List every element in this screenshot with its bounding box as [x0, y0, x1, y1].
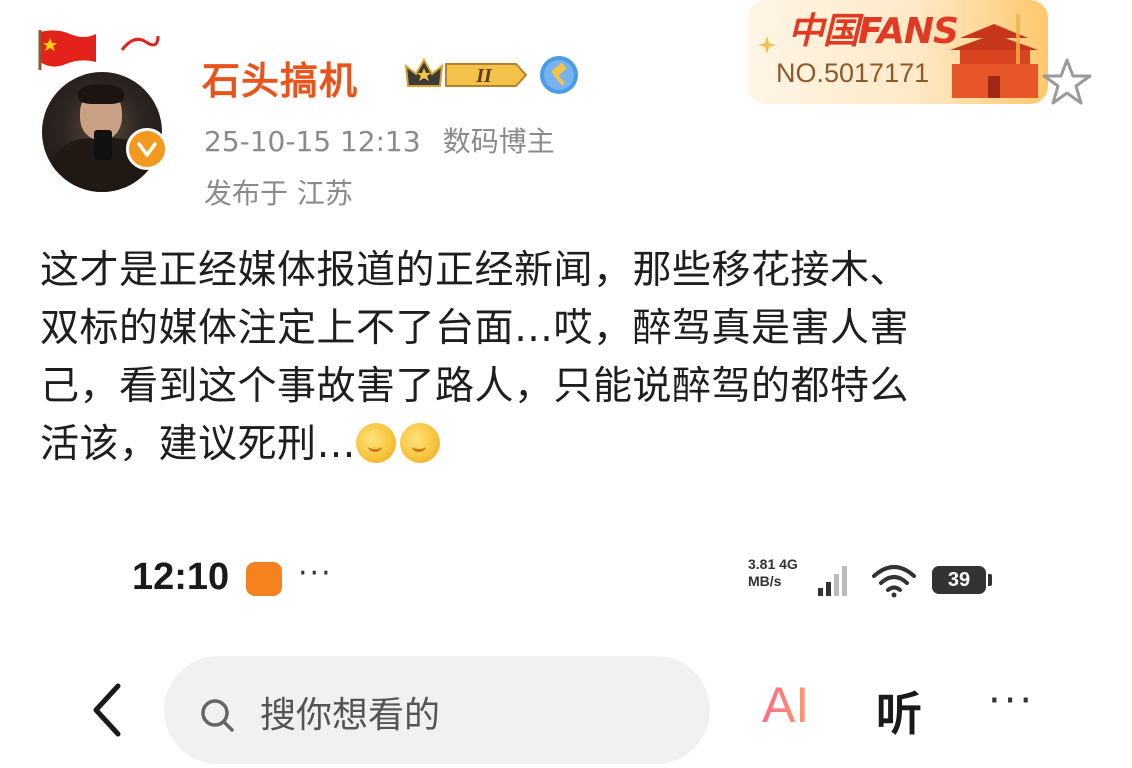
fans-card[interactable]: 中国FANS NO.5017171 — [748, 0, 1048, 104]
verified-badge-icon — [126, 128, 168, 170]
statusbar-time: 12:10 — [132, 556, 230, 598]
post-body: 这才是正经媒体报道的正经新闻，那些移花接木、 双标的媒体注定上不了台面…哎，醉驾… — [40, 242, 1100, 474]
ai-button[interactable]: AI — [762, 676, 809, 734]
listen-button[interactable]: 听 — [876, 678, 922, 744]
post-location: 发布于 江苏 — [204, 177, 353, 210]
crown-level-badge[interactable]: II — [402, 56, 528, 94]
star-favorite-icon[interactable] — [1040, 56, 1094, 110]
post-datetime: 25-10-15 12:13 — [204, 125, 421, 158]
flag-decoration-icon — [120, 30, 160, 64]
author-role: 数码博主 — [442, 125, 555, 158]
post-meta: 25-10-15 12:13 数码博主 — [204, 120, 555, 160]
post-line: 活该，建议死刑… — [40, 416, 1100, 474]
back-button[interactable] — [84, 680, 132, 740]
chevron-left-icon — [93, 683, 121, 737]
post-line: 这才是正经媒体报道的正经新闻，那些移花接木、 — [40, 248, 910, 293]
emoji-icon — [356, 423, 397, 463]
sparkle-icon — [758, 36, 776, 54]
network-speed: 3.81 4G MB/s — [748, 556, 798, 589]
fans-number: NO.5017171 — [776, 58, 930, 88]
battery-indicator: 39 — [932, 566, 986, 594]
emoji-icon — [400, 423, 441, 463]
wifi-icon — [872, 565, 916, 598]
fans-logo: 中国FANS — [788, 11, 959, 52]
app-notification-icon — [246, 562, 282, 596]
search-input[interactable]: 搜你想看的 — [164, 656, 710, 764]
signal-icon — [818, 566, 847, 596]
username[interactable]: 石头搞机 — [202, 50, 358, 105]
china-flag-icon — [36, 28, 98, 70]
level-badge-text: II — [475, 65, 493, 87]
statusbar-more-dots: ··· — [298, 556, 333, 591]
tiananmen-icon — [950, 14, 1038, 98]
search-icon — [201, 699, 234, 732]
more-button[interactable]: ··· — [988, 678, 1035, 724]
post-line: 己，看到这个事故害了路人，只能说醉驾的都特么 — [40, 364, 910, 409]
gavel-badge-icon[interactable] — [538, 54, 580, 96]
post-line: 双标的媒体注定上不了台面…哎，醉驾真是害人害 — [40, 306, 910, 351]
search-placeholder: 搜你想看的 — [260, 695, 441, 736]
battery-tip — [988, 574, 992, 586]
post-line-text: 活该，建议死刑… — [40, 422, 357, 467]
